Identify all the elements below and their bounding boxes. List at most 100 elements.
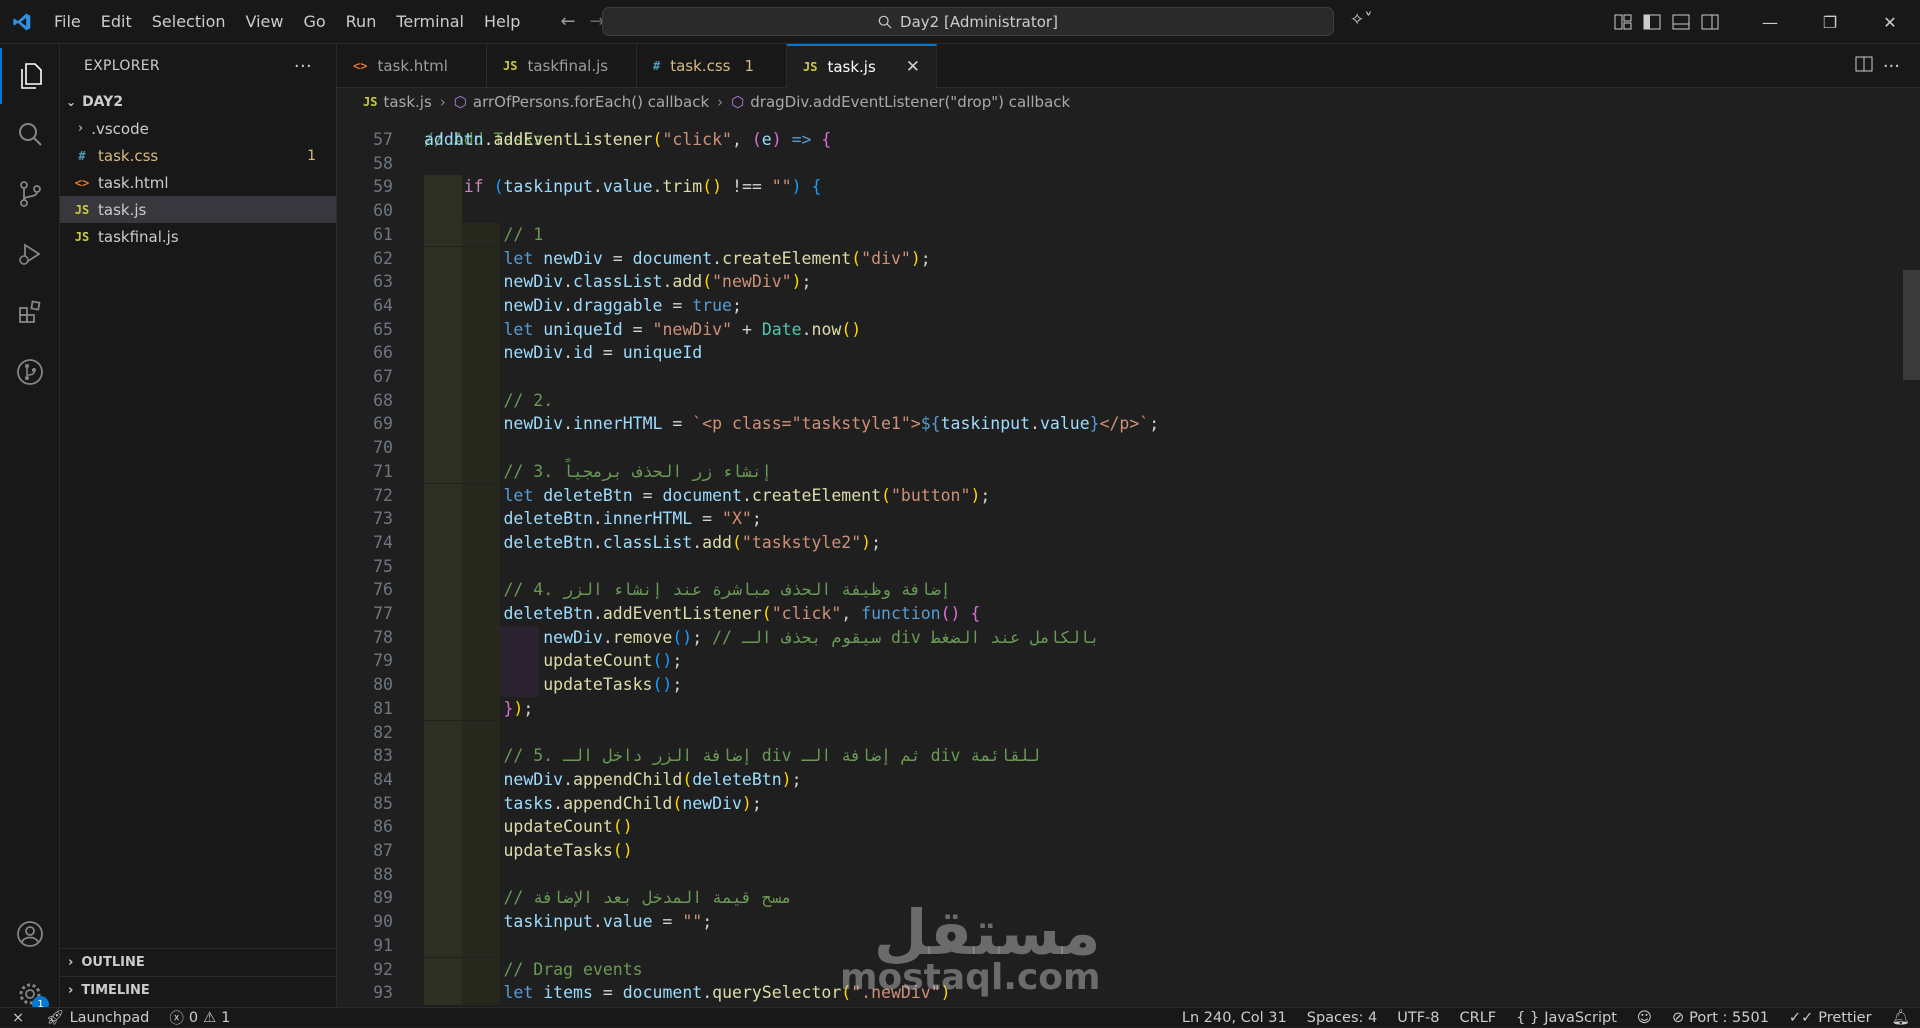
command-center[interactable]: Day2 [Administrator] <box>602 7 1334 36</box>
line-number: 59 <box>373 177 393 197</box>
tree-item-label: .vscode <box>91 119 149 138</box>
explorer-sidebar: EXPLORER ··· ⌄ DAY2 › .vscode # task.css… <box>60 44 337 1007</box>
code-text: // 1 <box>503 224 544 244</box>
indent-guide <box>462 554 500 579</box>
toggle-primary-sidebar-icon[interactable] <box>1637 0 1666 44</box>
tree-item-taskfinal-js[interactable]: JS taskfinal.js <box>60 223 336 250</box>
close-tab-icon[interactable]: ✕ <box>906 57 920 77</box>
code-line: 76 // 4. إضافة وظيفة الحذف مباشرة عند إن… <box>337 578 1903 602</box>
code-text: newDiv.draggable = true; <box>503 295 742 315</box>
menu-selection[interactable]: Selection <box>142 0 236 44</box>
menu-go[interactable]: Go <box>293 0 335 44</box>
extensions-icon[interactable] <box>0 284 60 340</box>
remote-indicator[interactable]: ⨯ <box>0 1010 36 1026</box>
customize-layout-icon[interactable] <box>1608 0 1637 44</box>
line-number: 72 <box>373 485 393 505</box>
port-label: Port : 5501 <box>1689 1009 1769 1026</box>
encoding[interactable]: UTF-8 <box>1387 1010 1449 1026</box>
command-center-label: Day2 [Administrator] <box>900 12 1058 31</box>
code-text: }); <box>503 698 534 718</box>
more-actions-icon[interactable]: ··· <box>294 56 312 77</box>
git-graph-icon[interactable] <box>0 344 60 400</box>
outline-section[interactable]: › OUTLINE <box>60 948 337 975</box>
tree-item-vscode[interactable]: › .vscode <box>60 115 336 142</box>
toggle-panel-icon[interactable] <box>1666 0 1695 44</box>
code-line-partial: // Add Tasks <box>337 116 1903 149</box>
warning-icon: ⚠ <box>203 1009 217 1026</box>
tab-task-css[interactable]: # task.css 1 <box>637 44 787 88</box>
vertical-scrollbar[interactable] <box>1903 116 1920 1007</box>
breadcrumb-symbol-2[interactable]: dragDiv.addEventListener("drop") callbac… <box>750 93 1070 111</box>
breadcrumb-symbol-1[interactable]: arrOfPersons.forEach() callback <box>473 93 709 111</box>
menu-run[interactable]: Run <box>336 0 387 44</box>
more-actions-icon[interactable]: ··· <box>1883 56 1900 77</box>
chevron-right-icon: › <box>717 93 724 111</box>
code-text: let newDiv = document.createElement("div… <box>503 248 931 268</box>
code-line: 80 updateTasks(); <box>337 673 1903 697</box>
error-count: 0 <box>188 1009 199 1026</box>
indentation[interactable]: Spaces: 4 <box>1297 1010 1387 1026</box>
timeline-section[interactable]: › TIMELINE <box>60 976 337 1003</box>
prettier-label: Prettier <box>1818 1009 1872 1026</box>
tab-label: taskfinal.js <box>527 57 609 75</box>
css-file-icon: # <box>653 59 661 73</box>
code-text: updateTasks(); <box>543 675 683 695</box>
line-number: 70 <box>373 438 393 458</box>
code-line: 57 addbtn.addEventListener("click", (e) =… <box>337 128 1903 152</box>
launchpad-item[interactable]: 🚀︎ Launchpad <box>36 1009 159 1027</box>
cursor-position[interactable]: Ln 240, Col 31 <box>1172 1010 1297 1026</box>
code-editor[interactable]: // Add Tasks 57 addbtn.addEventListener("… <box>337 116 1903 1007</box>
notifications-bell-icon[interactable]: 🔔︎ <box>1882 1009 1920 1026</box>
tree-item-task-js[interactable]: JS task.js <box>60 196 336 223</box>
minimize-icon[interactable]: — <box>1740 0 1800 44</box>
tab-task-html[interactable]: <> task.html <box>337 44 487 88</box>
explorer-icon[interactable] <box>0 48 60 104</box>
copilot-icon[interactable]: ✧˅ <box>1350 10 1373 30</box>
vscode-logo-icon <box>0 0 44 44</box>
code-text: // Drag events <box>503 959 643 979</box>
tab-task-js[interactable]: JS task.js ✕ <box>787 44 937 88</box>
line-number: 93 <box>373 983 393 1003</box>
search-icon[interactable] <box>0 106 60 162</box>
scrollbar-thumb[interactable] <box>1903 270 1920 380</box>
code-line: 83 // 5. إضافة الزر داخل الـ div ثم إضاف… <box>337 744 1903 768</box>
folder-day2[interactable]: ⌄ DAY2 <box>60 88 336 115</box>
breadcrumb-file[interactable]: task.js <box>383 93 431 111</box>
code-text: newDiv.innerHTML = `<p class="taskstyle1… <box>503 414 1160 434</box>
code-line: 78 newDiv.remove(); // سيقوم بحذف الـ di… <box>337 625 1903 650</box>
line-number: 76 <box>373 580 393 600</box>
code-text: addbtn.addEventListener("click", (e) => … <box>424 130 832 149</box>
indent-guide <box>462 436 500 460</box>
toggle-secondary-sidebar-icon[interactable] <box>1695 0 1724 44</box>
code-text: deleteBtn.innerHTML = "X"; <box>503 509 762 529</box>
back-arrow-icon[interactable]: ← <box>560 11 575 32</box>
menu-file[interactable]: File <box>44 0 91 44</box>
close-window-icon[interactable]: ✕ <box>1860 0 1920 44</box>
copilot-status-icon[interactable]: ☺ <box>1627 1010 1662 1026</box>
code-line: 91 <box>337 933 1903 958</box>
code-line: 74 deleteBtn.classList.add("taskstyle2")… <box>337 530 1903 555</box>
accounts-icon[interactable] <box>0 906 60 962</box>
problems-item[interactable]: ⓧ 0 ⚠ 1 <box>159 1007 240 1028</box>
code-text: updateCount(); <box>543 651 683 671</box>
end-of-line[interactable]: CRLF <box>1450 1010 1507 1026</box>
css-file-icon: # <box>78 148 86 163</box>
error-icon: ⓧ <box>169 1011 184 1027</box>
menu-help[interactable]: Help <box>474 0 530 44</box>
source-control-icon[interactable] <box>0 166 60 222</box>
indent-guide <box>462 365 500 389</box>
tab-taskfinal-js[interactable]: JS taskfinal.js <box>487 44 637 88</box>
menu-edit[interactable]: Edit <box>91 0 142 44</box>
prettier-item[interactable]: ✓✓ Prettier <box>1779 1010 1882 1026</box>
restore-icon[interactable]: ❐ <box>1800 0 1860 44</box>
code-line: 59 if (taskinput.value.trim() !== "") { <box>337 175 1903 200</box>
run-debug-icon[interactable] <box>0 226 60 282</box>
menu-view[interactable]: View <box>236 0 294 44</box>
tree-item-task-html[interactable]: <> task.html <box>60 169 336 196</box>
split-editor-icon[interactable] <box>1855 56 1873 76</box>
menu-terminal[interactable]: Terminal <box>386 0 474 44</box>
line-number: 74 <box>373 532 393 552</box>
tree-item-task-css[interactable]: # task.css 1 <box>60 142 336 169</box>
language-mode[interactable]: { } JavaScript <box>1506 1010 1627 1026</box>
live-server-item[interactable]: ⊘ Port : 5501 <box>1662 1010 1779 1026</box>
